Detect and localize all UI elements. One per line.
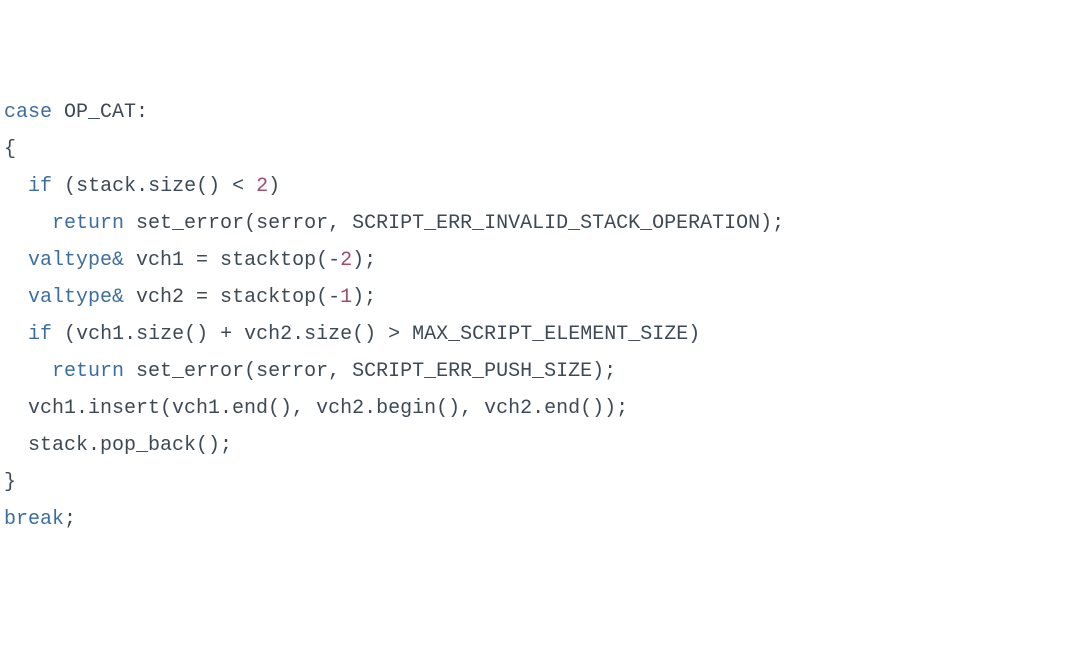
lparen-2: ( xyxy=(64,323,76,346)
space xyxy=(220,175,232,198)
expr-stack-size: stack.size() xyxy=(76,175,220,198)
call-insert: vch1.insert(vch1.end(), vch2.begin(), vc… xyxy=(28,397,628,420)
keyword-case: case xyxy=(4,101,52,124)
brace-close: } xyxy=(4,471,16,494)
number-1: 1 xyxy=(340,286,352,309)
colon: : xyxy=(136,101,148,124)
space xyxy=(376,323,388,346)
space xyxy=(52,323,64,346)
close-paren-semi-2: ); xyxy=(352,286,376,309)
rparen: ) xyxy=(268,175,280,198)
token-max-size: MAX_SCRIPT_ELEMENT_SIZE xyxy=(412,323,688,346)
expr-size-sum: vch1.size() + vch2.size() xyxy=(76,323,376,346)
space xyxy=(124,286,136,309)
token-op-cat: OP_CAT xyxy=(64,101,136,124)
close-paren-semi-1: ); xyxy=(352,249,376,272)
keyword-if: if xyxy=(28,175,52,198)
keyword-return-2: return xyxy=(52,360,124,383)
expr-vch2-assign: vch2 = stacktop(- xyxy=(136,286,340,309)
space xyxy=(400,323,412,346)
space xyxy=(124,212,136,235)
op-lt: < xyxy=(232,175,244,198)
type-valtype-ref: valtype& xyxy=(28,249,124,272)
space xyxy=(52,101,64,124)
space xyxy=(124,249,136,272)
call-set-error-1: set_error(serror, SCRIPT_ERR_INVALID_STA… xyxy=(136,212,784,235)
semi: ; xyxy=(64,508,76,531)
keyword-return: return xyxy=(52,212,124,235)
number-2-b: 2 xyxy=(340,249,352,272)
space xyxy=(244,175,256,198)
op-gt: > xyxy=(388,323,400,346)
type-valtype-ref-2: valtype& xyxy=(28,286,124,309)
lparen: ( xyxy=(64,175,76,198)
brace-open: { xyxy=(4,138,16,161)
number-2: 2 xyxy=(256,175,268,198)
space xyxy=(124,360,136,383)
space xyxy=(52,175,64,198)
call-pop-back: stack.pop_back(); xyxy=(28,434,232,457)
keyword-if-2: if xyxy=(28,323,52,346)
call-set-error-2: set_error(serror, SCRIPT_ERR_PUSH_SIZE); xyxy=(136,360,616,383)
rparen-2: ) xyxy=(688,323,700,346)
keyword-break: break xyxy=(4,508,64,531)
expr-vch1-assign: vch1 = stacktop(- xyxy=(136,249,340,272)
code-block: case OP_CAT: { if (stack.size() < 2) ret… xyxy=(4,94,1076,538)
